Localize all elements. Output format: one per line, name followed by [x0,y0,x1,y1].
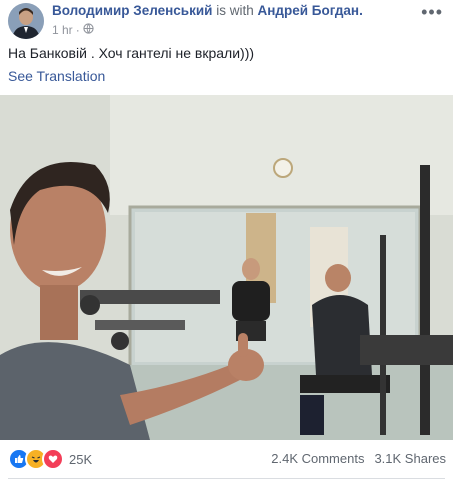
love-icon [42,448,64,470]
reactions-summary[interactable]: 25K [8,448,92,470]
footer-divider [8,478,445,479]
tagged-person[interactable]: Андрей Богдан. [258,3,363,18]
reaction-count: 25K [69,451,93,467]
post-meta: 1 hr · [52,23,94,37]
see-translation-link[interactable]: See Translation [8,68,105,84]
author-name[interactable]: Володимир Зеленський [52,3,212,18]
author-line: Володимир Зеленський is with Андрей Богд… [52,3,363,18]
post-time[interactable]: 1 hr [52,23,73,37]
post-header: Володимир Зеленський is with Андрей Богд… [0,0,453,42]
post-photo[interactable] [0,95,453,440]
dot-separator: · [75,23,80,37]
shares-count[interactable]: 3.1K Shares [374,451,446,466]
globe-icon[interactable] [83,23,94,37]
more-options-icon[interactable]: ••• [421,2,443,23]
author-avatar[interactable] [8,3,44,39]
post-footer: 25K 2.4K Comments 3.1K Shares [0,444,453,474]
engagement-counts: 2.4K Comments 3.1K Shares [271,451,446,466]
post-text: На Банковій . Хоч гантелі не вкрали))) [8,45,255,61]
with-text: is with [216,3,254,18]
comments-count[interactable]: 2.4K Comments [271,451,364,466]
